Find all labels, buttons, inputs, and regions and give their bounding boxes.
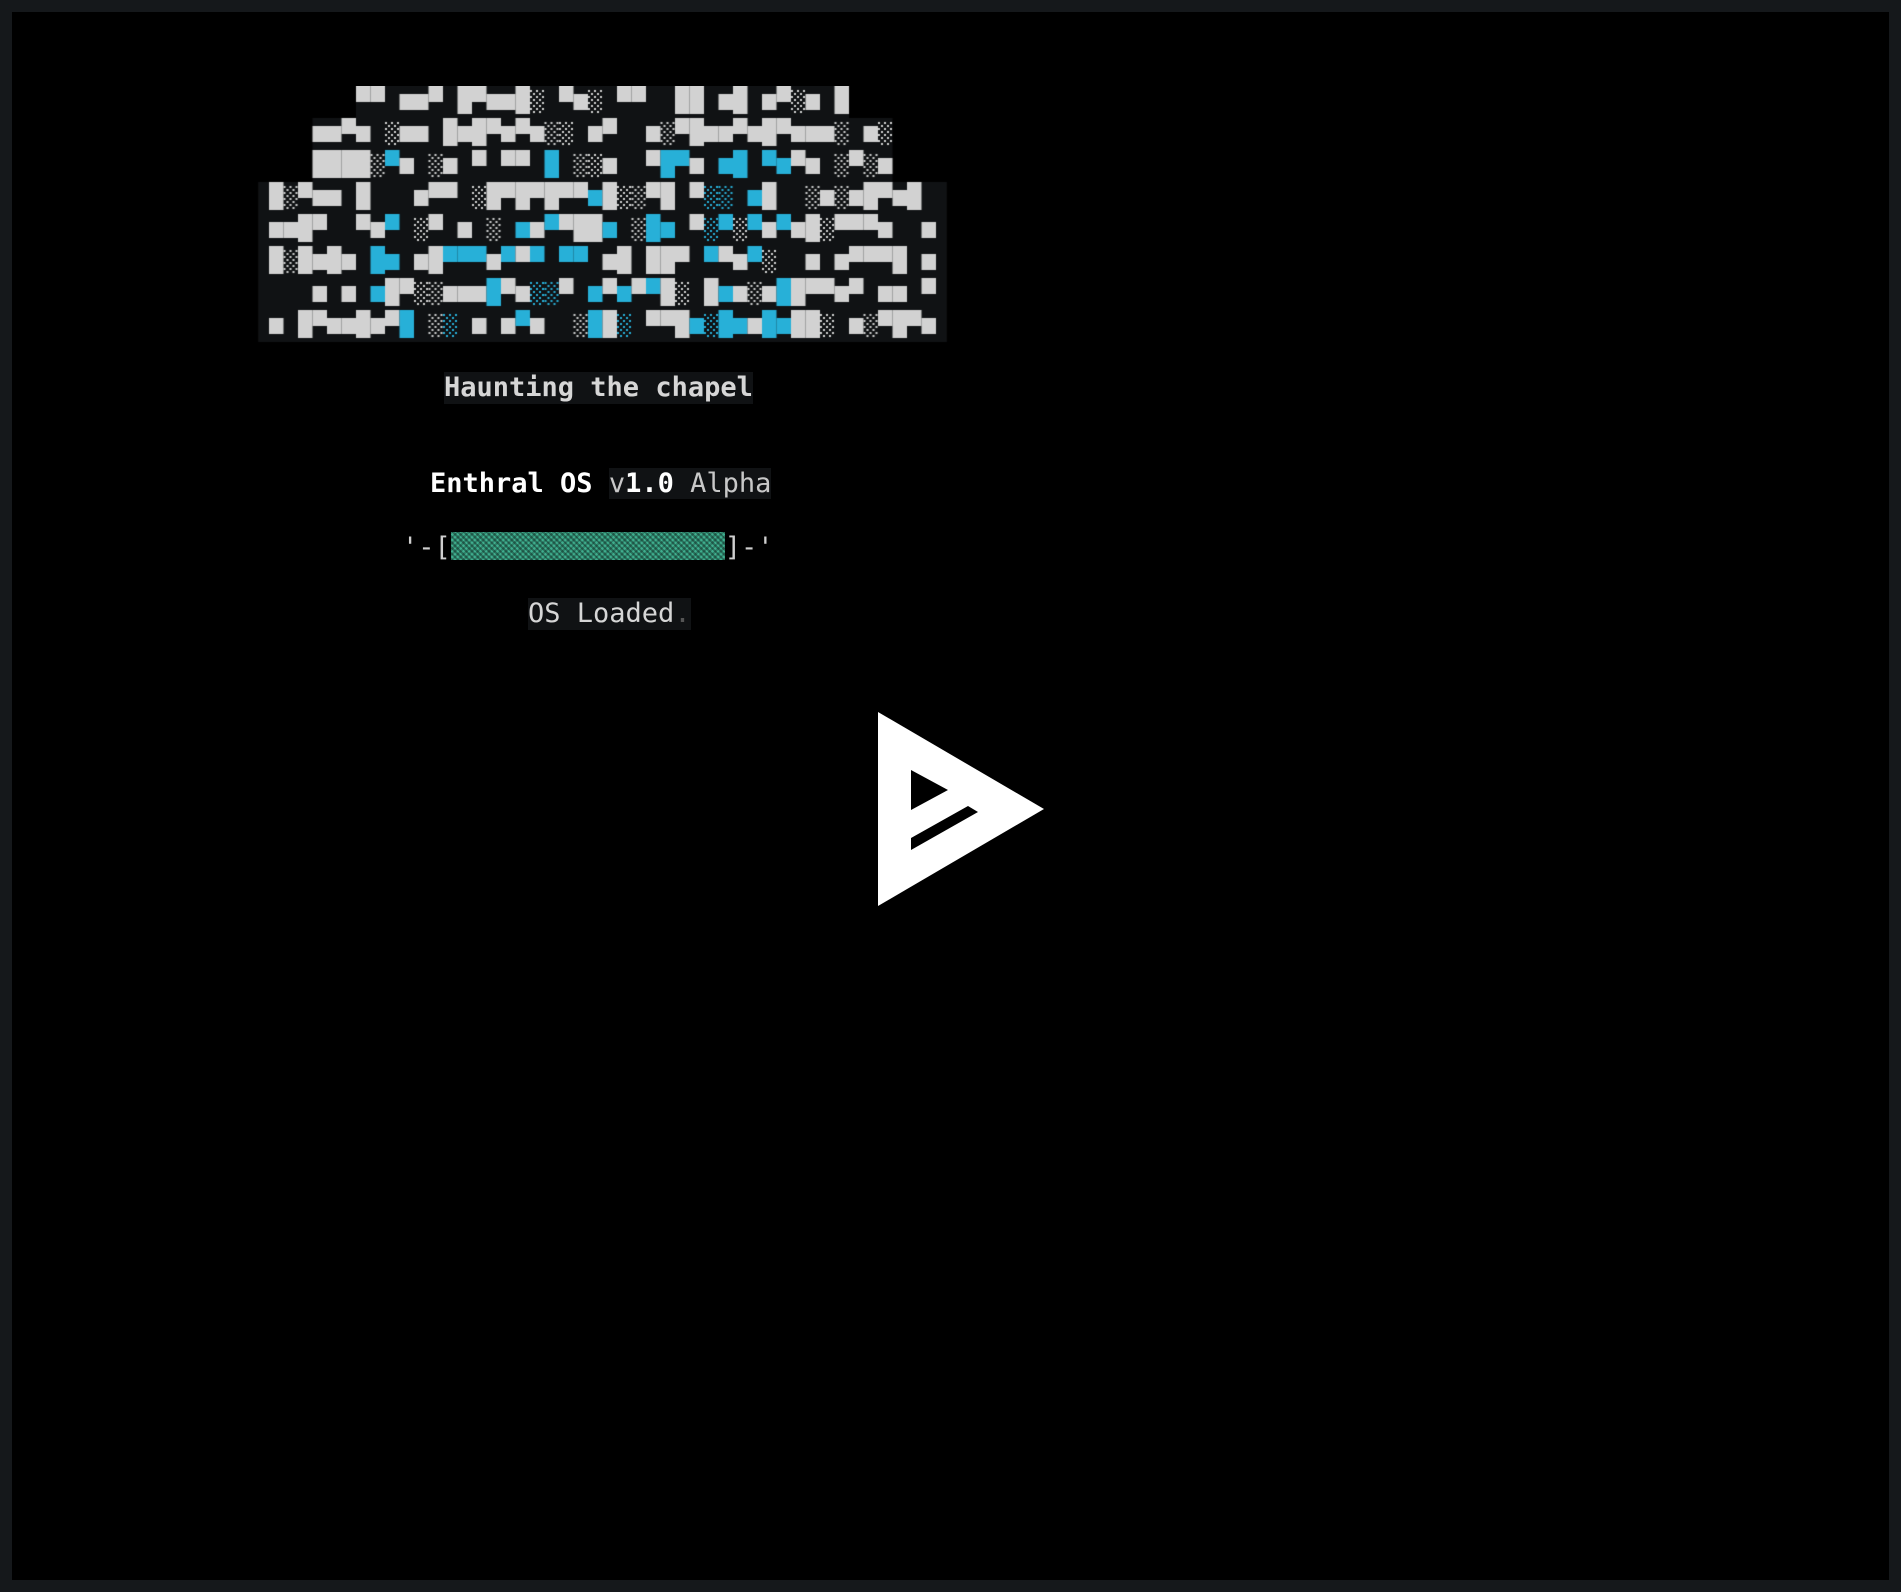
progress-fill: [450, 532, 725, 560]
status-suffix: .: [674, 598, 691, 629]
status-text: OS Loaded: [528, 598, 675, 629]
terminal-screen: Haunting the chapel Enthral OS v1.0 Alph…: [12, 12, 1889, 1580]
progress-bar: [450, 532, 725, 560]
release-tag: Alpha: [690, 468, 772, 499]
os-version: v1.0 Alpha: [608, 468, 772, 499]
ascii-art-logo-icon: [240, 86, 970, 348]
asciinema-play-icon[interactable]: [878, 712, 1048, 906]
progress-left-cap: '-[: [402, 532, 451, 563]
os-title: Enthral OS v1.0 Alpha: [430, 468, 772, 500]
os-name: Enthral OS: [430, 468, 593, 499]
version-number: 1.0: [625, 468, 674, 499]
status-message: OS Loaded.: [528, 598, 691, 630]
progress-right-cap: ]-': [724, 532, 774, 563]
tagline: Haunting the chapel: [444, 372, 753, 404]
boot-progress: '-[ ]-': [402, 532, 774, 564]
version-prefix: v: [608, 468, 626, 499]
